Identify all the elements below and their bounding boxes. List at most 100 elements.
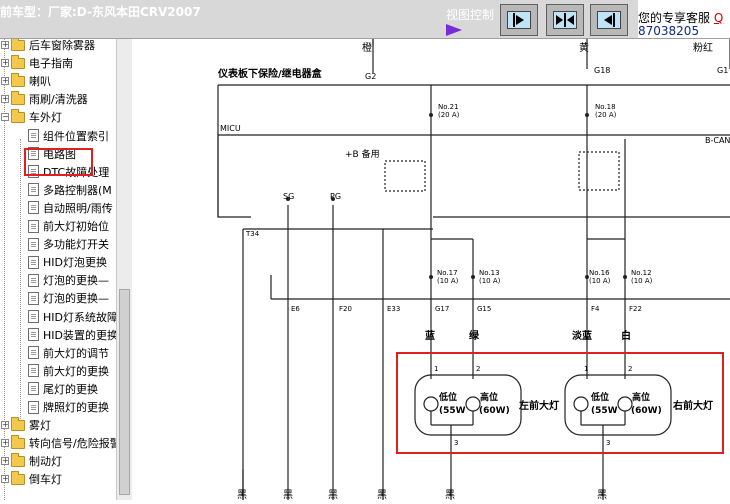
sidebar-item[interactable]: 自动照明/雨传 [28, 199, 113, 217]
micu-label: MICU [220, 124, 241, 133]
document-icon [28, 219, 39, 233]
service-phone: 87038205 [638, 24, 700, 38]
fuse-label: No.16 [589, 269, 610, 277]
fit-view-button[interactable] [546, 4, 584, 36]
sidebar-scrollbar[interactable] [116, 39, 132, 500]
sidebar-item[interactable]: + 雨刷/清洗器 [1, 90, 88, 108]
sidebar-item[interactable]: 多路控制器(M [28, 181, 112, 199]
lamp-high-label: 高位 [480, 391, 498, 403]
ground-wire-label: 黑 [597, 489, 607, 500]
ground-wire-label: 黑 [283, 489, 293, 500]
expand-icon[interactable]: + [1, 77, 9, 86]
expand-icon[interactable]: + [1, 457, 9, 466]
connector-label: G2 [365, 72, 376, 81]
sidebar-item[interactable]: 灯泡的更换— [28, 271, 109, 289]
pin-label: 3 [454, 439, 458, 447]
sidebar-item[interactable]: + 转向信号/危险报警 [1, 434, 116, 452]
sidebar-item[interactable]: 组件位置索引 [28, 127, 109, 145]
folder-icon [11, 39, 25, 51]
connector-label: F22 [629, 305, 642, 313]
fuse-amp-label: (20 A) [438, 111, 460, 119]
collapse-icon[interactable]: − [1, 113, 9, 122]
vehicle-title: 前车型：厂家:D-东风本田CRV2007 [0, 5, 201, 19]
next-page-button[interactable] [500, 4, 538, 36]
sidebar-item-label: 雾灯 [29, 419, 51, 433]
navigation-tree: + 后车窗除雾器 + 电子指南 + 喇叭 + 雨刷/清洗器 − 车外灯 组件位置索引 电路图 DTC故障… [0, 39, 116, 500]
document-icon [28, 255, 39, 269]
fuse-amp-label: (10 A) [479, 277, 501, 285]
sidebar-item[interactable]: 前大灯的更换 [28, 362, 109, 380]
connector-label: T34 [245, 230, 260, 238]
sidebar: + 后车窗除雾器 + 电子指南 + 喇叭 + 雨刷/清洗器 − 车外灯 组件位置索引 电路图 DTC故障… [0, 39, 132, 500]
scrollbar-thumb[interactable] [119, 289, 130, 495]
sidebar-item[interactable]: HID灯系统故障 [28, 308, 116, 326]
sidebar-item[interactable]: 前大灯初始位 [28, 217, 109, 235]
sidebar-item-label: 多功能灯开关 [43, 238, 109, 252]
expand-icon[interactable]: + [1, 421, 9, 430]
sidebar-item[interactable]: + 雾灯 [1, 416, 51, 434]
document-icon [28, 273, 39, 287]
sidebar-item[interactable]: HID装置的更换 [28, 326, 116, 344]
sidebar-item[interactable]: + 电子指南 [1, 54, 73, 72]
connector-label: G1 [717, 66, 728, 75]
lamp-low-label: 低位 [590, 391, 609, 403]
folder-icon [11, 452, 25, 467]
sidebar-item-label: 后车窗除雾器 [29, 39, 95, 52]
folder-icon [11, 72, 25, 87]
fuse-box-title: 仪表板下保险/继电器盒 [217, 67, 323, 80]
sidebar-item-label: 车外灯 [29, 111, 62, 125]
connector-label: F4 [591, 305, 600, 313]
sidebar-item[interactable]: 前大灯的调节 [28, 344, 109, 362]
lamp-low-label: 低位 [438, 391, 457, 403]
sidebar-item-label: 喇叭 [29, 75, 51, 89]
play-icon[interactable] [446, 24, 462, 36]
connector-label: G15 [477, 305, 491, 313]
expand-icon[interactable]: + [1, 475, 9, 484]
sidebar-item[interactable]: + 喇叭 [1, 72, 51, 90]
sidebar-item[interactable]: + 制动灯 [1, 452, 62, 470]
sidebar-item-label: 灯泡的更换— [43, 292, 109, 306]
pin-label: 1 [434, 365, 438, 373]
sidebar-item[interactable]: + 倒车灯 [1, 470, 62, 488]
lamp-name: 左前大灯 [518, 399, 559, 412]
sidebar-item-label: 前大灯的更换 [43, 364, 109, 378]
sidebar-item-label: 制动灯 [29, 455, 62, 469]
expand-icon[interactable]: + [1, 95, 9, 104]
expand-icon[interactable]: + [1, 59, 9, 68]
sidebar-item[interactable]: 尾灯的更换 [28, 380, 98, 398]
lamp-high-label: 高位 [632, 391, 650, 403]
sidebar-item[interactable]: 多功能灯开关 [28, 235, 109, 253]
bcan-label: B-CAN [705, 136, 730, 145]
connector-label: E6 [291, 305, 300, 313]
connector-label: SG [283, 192, 294, 201]
previous-page-button[interactable] [590, 4, 628, 36]
wire-color-label: 绿 [469, 329, 480, 342]
document-icon [28, 328, 39, 342]
sidebar-item[interactable]: − 车外灯 [1, 108, 62, 126]
sidebar-item[interactable]: + 后车窗除雾器 [1, 39, 95, 54]
expand-icon[interactable]: + [1, 41, 9, 49]
folder-icon [11, 470, 25, 485]
diagram-viewer: 橙 黄 粉红 G2 G18 G1 仪表板下保险/继电器盒 MICU B-CAN … [133, 39, 730, 501]
connector-label: F20 [339, 305, 352, 313]
lamp-high-watt: (60W) [479, 406, 510, 416]
folder-icon [11, 90, 25, 105]
expand-icon[interactable]: + [1, 439, 9, 448]
sidebar-item-label: 自动照明/雨传 [43, 201, 113, 215]
connector-label: PG [330, 192, 341, 201]
folder-icon [11, 434, 25, 449]
sidebar-item-label: HID灯系统故障 [43, 310, 116, 324]
sidebar-item[interactable]: HID灯泡更换 [28, 253, 107, 271]
wire-color-label: 蓝 [425, 329, 435, 342]
service-link[interactable]: Q [714, 11, 723, 25]
sidebar-item[interactable]: 牌照灯的更换 [28, 398, 109, 416]
ground-wire-label: 黑 [377, 489, 387, 500]
sidebar-item[interactable]: 灯泡的更换— [28, 289, 109, 307]
document-icon [28, 237, 39, 251]
circuit-diagram: 橙 黄 粉红 G2 G18 G1 仪表板下保险/继电器盒 MICU B-CAN … [217, 39, 730, 501]
folder-icon [11, 108, 25, 123]
sidebar-item-label: 尾灯的更换 [43, 382, 98, 396]
connector-label: G17 [435, 305, 449, 313]
wire-color-label: 淡蓝 [572, 329, 592, 342]
fuse-label: No.18 [595, 103, 616, 111]
